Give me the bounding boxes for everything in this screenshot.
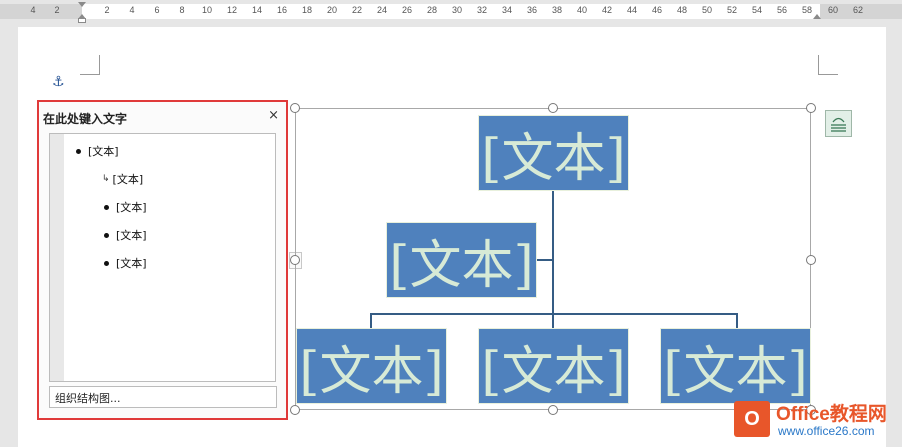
org-node-child[interactable]: [文本] [296, 328, 447, 404]
watermark-logo: O Office教程网 www.office26.com [734, 397, 902, 447]
ruler-tick-label: 26 [401, 5, 413, 15]
ruler-tick-label: 48 [676, 5, 688, 15]
resize-handle-tl[interactable] [290, 103, 300, 113]
resize-handle-l[interactable] [290, 255, 300, 265]
resize-handle-tr[interactable] [806, 103, 816, 113]
assistant-arrow-icon: ↳ [102, 174, 110, 184]
left-indent-marker[interactable] [78, 18, 86, 23]
bullet-icon [104, 204, 109, 210]
ruler-tick-label: 16 [276, 5, 288, 15]
close-icon[interactable]: × [268, 108, 279, 123]
first-line-indent-marker[interactable] [78, 2, 86, 7]
ruler-tick-label: 6 [154, 5, 160, 15]
ruler-tick-label: 28 [426, 5, 438, 15]
list-item-text: [文本] [116, 229, 147, 242]
resize-handle-b[interactable] [548, 405, 558, 415]
list-item[interactable]: [文本] [104, 227, 147, 243]
ruler-tick-label: 38 [551, 5, 563, 15]
ruler-tick-label: 56 [776, 5, 788, 15]
ruler-tick-label: 10 [201, 5, 213, 15]
list-item-text: [文本] [112, 173, 144, 186]
connector-line [537, 259, 553, 261]
smartart-text-pane: 在此处键入文字 × [文本] ↳ [文本] [文本] [文本] [文本] 组织结… [37, 100, 288, 420]
bullet-icon [104, 232, 109, 238]
ruler-tick-label: 18 [301, 5, 313, 15]
connector-line [370, 313, 372, 329]
watermark-url: www.office26.com [778, 424, 875, 438]
ruler-tick-label: 32 [476, 5, 488, 15]
ruler-tick-label: 14 [251, 5, 263, 15]
ruler-tick-label: 52 [726, 5, 738, 15]
ruler-tick-label: 42 [601, 5, 613, 15]
crop-mark-right [818, 55, 838, 75]
list-item[interactable]: [文本] [104, 255, 147, 271]
org-node-assistant[interactable]: [文本] [386, 222, 537, 298]
text-pane-list[interactable]: [文本] ↳ [文本] [文本] [文本] [文本] [49, 133, 276, 382]
ruler-tick-label: 50 [701, 5, 713, 15]
text-pane-title: 在此处键入文字 [43, 112, 128, 126]
resize-handle-bl[interactable] [290, 405, 300, 415]
right-indent-marker[interactable] [813, 14, 821, 19]
org-node-top[interactable]: [文本] [478, 115, 629, 191]
office-logo-icon: O [734, 401, 770, 437]
watermark-title: Office教程网 [776, 404, 887, 425]
ruler-tick-label: 46 [651, 5, 663, 15]
ruler-tick-label: 4 [30, 5, 36, 15]
ruler-tick-label: 22 [351, 5, 363, 15]
ruler-tick-label: 60 [827, 5, 839, 15]
ruler-tick-label: 8 [179, 5, 185, 15]
crop-mark-left [80, 55, 100, 75]
ruler-tick-label: 12 [226, 5, 238, 15]
ruler-tick-label: 40 [576, 5, 588, 15]
layout-options-button[interactable] [825, 110, 852, 137]
bullet-icon [104, 260, 109, 266]
horizontal-ruler: 4 2 2 4 6 8 10 12 14 16 18 20 22 24 26 28 30 32 34 36 38 40 42… [0, 0, 902, 23]
ruler-tick-label: 24 [376, 5, 388, 15]
ruler-margin-left [0, 4, 82, 19]
resize-handle-t[interactable] [548, 103, 558, 113]
org-node-child[interactable]: [文本] [478, 328, 629, 404]
ruler-tick-label: 34 [501, 5, 513, 15]
text-pane-gutter [50, 134, 64, 381]
anchor-icon[interactable]: ⚓ [52, 74, 65, 90]
ruler-tick-label: 36 [526, 5, 538, 15]
ruler-tick-label: 58 [801, 5, 813, 15]
list-item[interactable]: [文本] [104, 199, 147, 215]
list-item[interactable]: [文本] [76, 143, 119, 159]
ruler-tick-label: 2 [54, 5, 60, 15]
list-item-text: [文本] [88, 145, 119, 158]
connector-line [370, 313, 737, 315]
ruler-tick-label: 62 [852, 5, 864, 15]
ruler-tick-label: 54 [751, 5, 763, 15]
list-item-text: [文本] [116, 257, 147, 270]
org-node-child[interactable]: [文本] [660, 328, 811, 404]
list-item-text: [文本] [116, 201, 147, 214]
ruler-tick-label: 20 [326, 5, 338, 15]
ruler-tick-label: 2 [104, 5, 110, 15]
layout-options-icon [831, 117, 846, 132]
resize-handle-r[interactable] [806, 255, 816, 265]
bullet-icon [76, 148, 81, 154]
list-item[interactable]: ↳ [文本] [102, 171, 143, 187]
ruler-tick-label: 44 [626, 5, 638, 15]
ruler-tick-label: 4 [129, 5, 135, 15]
ruler-tick-label: 30 [451, 5, 463, 15]
connector-line [736, 313, 738, 329]
org-chart-description-link[interactable]: 组织结构图... [49, 386, 277, 408]
